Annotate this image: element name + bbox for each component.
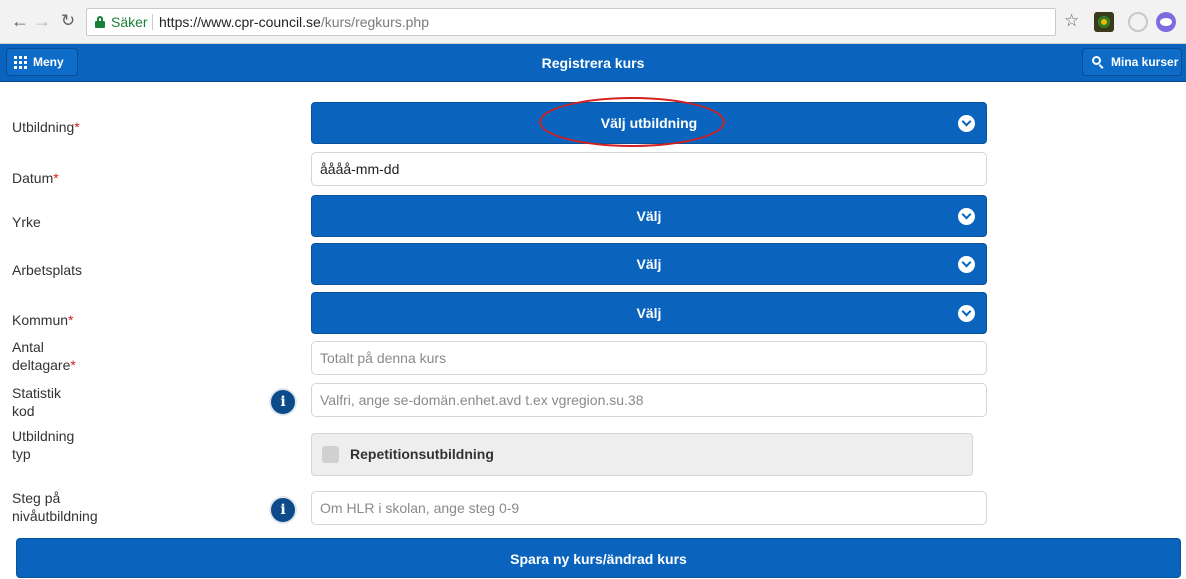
info-icon[interactable]: i: [271, 390, 295, 414]
save-button[interactable]: Spara ny kurs/ändrad kurs: [16, 538, 1181, 578]
info-icon[interactable]: i: [271, 498, 295, 522]
required-marker: *: [53, 170, 59, 186]
reload-icon[interactable]: ↻: [58, 10, 78, 32]
utbildning-select[interactable]: Välj utbildning: [311, 102, 987, 144]
back-arrow-icon[interactable]: ←: [10, 10, 30, 32]
address-bar[interactable]: Säker https://www.cpr-council.se/kurs/re…: [86, 8, 1056, 36]
forward-arrow-icon[interactable]: →: [32, 10, 52, 32]
utbildning-select-label: Välj utbildning: [600, 115, 698, 131]
chevron-down-icon: [958, 305, 975, 322]
datum-input[interactable]: [311, 152, 987, 186]
arbetsplats-select[interactable]: Välj: [311, 243, 987, 285]
steg-label: Steg på nivåutbildning: [12, 490, 98, 524]
required-marker: *: [70, 357, 76, 373]
arbetsplats-label: Arbetsplats: [12, 262, 83, 278]
lock-icon: [95, 16, 105, 28]
chevron-down-icon: [958, 115, 975, 132]
app-header: Registrera kurs Meny Mina kurser: [0, 44, 1186, 82]
repetitionsutbildning-option[interactable]: Repetitionsutbildning: [311, 433, 973, 476]
datum-label: Datum*: [12, 170, 59, 186]
my-courses-label: Mina kurser: [1111, 55, 1179, 69]
repetitionsutbildning-label: Repetitionsutbildning: [350, 446, 494, 462]
arbetsplats-select-label: Välj: [636, 256, 662, 272]
kommun-select[interactable]: Välj: [311, 292, 987, 334]
yrke-select[interactable]: Välj: [311, 195, 987, 237]
secure-label: Säker: [111, 14, 148, 30]
repetitionsutbildning-checkbox[interactable]: [322, 446, 339, 463]
grid-icon: [14, 56, 27, 69]
url-text[interactable]: https://www.cpr-council.se/kurs/regkurs.…: [159, 9, 429, 35]
url-path: /kurs/regkurs.php: [320, 14, 430, 30]
page-title: Registrera kurs: [541, 55, 645, 71]
kommun-select-label: Välj: [636, 305, 662, 321]
utbildning-label: Utbildning*: [12, 119, 80, 135]
statistik-kod-input[interactable]: [311, 383, 987, 417]
kommun-label: Kommun*: [12, 312, 74, 328]
extension-icon[interactable]: [1156, 12, 1176, 32]
my-courses-button[interactable]: Mina kurser: [1082, 48, 1182, 76]
extension-icon[interactable]: [1128, 12, 1148, 32]
antal-deltagare-input[interactable]: [311, 341, 987, 375]
menu-button[interactable]: Meny: [6, 48, 78, 76]
chevron-down-icon: [958, 256, 975, 273]
star-icon[interactable]: ☆: [1064, 10, 1079, 32]
steg-input[interactable]: [311, 491, 987, 525]
chevron-down-icon: [958, 208, 975, 225]
browser-chrome: ← → ↻ Säker https://www.cpr-council.se/k…: [0, 0, 1186, 44]
utbildning-typ-label: Utbildning typ: [12, 428, 75, 462]
statistik-kod-label: Statistik kod: [12, 385, 62, 419]
search-icon: [1092, 56, 1104, 69]
required-marker: *: [68, 312, 74, 328]
extension-icon[interactable]: [1094, 12, 1114, 32]
menu-label: Meny: [33, 55, 64, 69]
url-host: https://www.cpr-council.se: [159, 14, 321, 30]
yrke-select-label: Välj: [636, 208, 662, 224]
yrke-label: Yrke: [12, 214, 41, 230]
url-separator: [152, 14, 153, 30]
required-marker: *: [74, 119, 80, 135]
antal-deltagare-label: Antal deltagare*: [12, 339, 76, 373]
